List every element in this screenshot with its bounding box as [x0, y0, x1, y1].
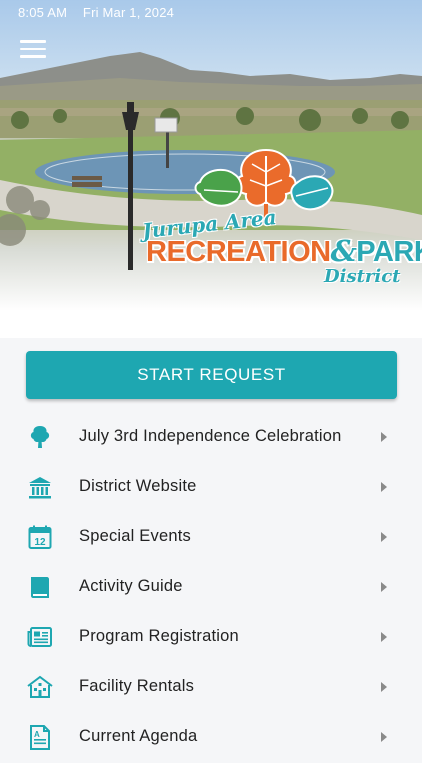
chevron-right-icon — [381, 682, 387, 692]
status-date: Fri Mar 1, 2024 — [82, 5, 175, 20]
start-request-button[interactable]: START REQUEST — [26, 351, 397, 399]
menu-item-label: Current Agenda — [79, 727, 198, 745]
logo-word-park: PARK — [356, 236, 422, 268]
svg-text:A: A — [34, 730, 40, 739]
house-icon — [27, 675, 53, 698]
menu-item-district-website[interactable]: District Website — [0, 463, 422, 513]
logo-word-recreation: RECREATION — [146, 236, 331, 268]
building-icon — [29, 477, 51, 499]
status-bar: 8:05 AM Fri Mar 1, 2024 — [18, 5, 186, 20]
logo-line-2: RECREATION&PARK — [146, 234, 422, 269]
logo-line-3: District — [324, 266, 401, 287]
chevron-right-icon — [381, 532, 387, 542]
chevron-right-icon — [381, 732, 387, 742]
menu-item-label: Facility Rentals — [79, 677, 195, 695]
header-hero-image: 8:05 AM Fri Mar 1, 2024 Jurupa Area RECR… — [0, 0, 422, 338]
menu-item-label: District Website — [79, 477, 197, 495]
logo-ampersand: & — [330, 234, 357, 268]
menu-item-label: July 3rd Independence Celebration — [79, 427, 342, 445]
menu-item-independence-celebration[interactable]: July 3rd Independence Celebration — [0, 413, 422, 463]
menu-item-current-agenda[interactable]: A Current Agenda — [0, 713, 422, 763]
chevron-right-icon — [381, 632, 387, 642]
hamburger-menu-icon[interactable] — [20, 40, 46, 62]
menu-item-facility-rentals[interactable]: Facility Rentals — [0, 663, 422, 713]
menu-item-label: Program Registration — [79, 627, 239, 645]
status-time: 8:05 AM — [18, 5, 68, 20]
menu-list: July 3rd Independence Celebration Distri… — [0, 413, 422, 763]
svg-text:12: 12 — [34, 537, 46, 548]
menu-item-label: Special Events — [79, 527, 191, 545]
chevron-right-icon — [381, 482, 387, 492]
district-logo: Jurupa Area RECREATION&PARK District — [138, 142, 422, 292]
document-icon: A — [30, 725, 50, 750]
menu-item-special-events[interactable]: 12 Special Events — [0, 513, 422, 563]
menu-item-activity-guide[interactable]: Activity Guide — [0, 563, 422, 613]
menu-item-program-registration[interactable]: Program Registration — [0, 613, 422, 663]
menu-item-label: Activity Guide — [79, 577, 183, 595]
calendar-icon: 12 — [28, 525, 52, 549]
tree-icon — [30, 426, 50, 448]
chevron-right-icon — [381, 432, 387, 442]
newspaper-icon — [27, 627, 52, 647]
chevron-right-icon — [381, 582, 387, 592]
book-icon — [31, 577, 49, 598]
